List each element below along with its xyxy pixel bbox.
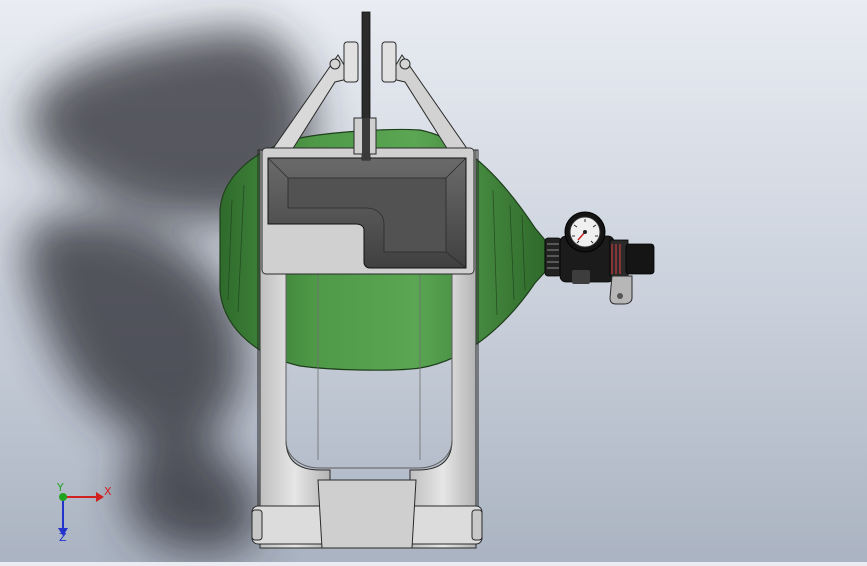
clamp-block[interactable] bbox=[261, 147, 475, 275]
model-canvas[interactable]: X Y Z bbox=[0, 0, 867, 562]
lift-rod[interactable] bbox=[353, 11, 377, 161]
graphics-viewport[interactable]: X Y Z bbox=[0, 0, 867, 562]
coordinate-triad: X Y Z bbox=[56, 481, 112, 544]
pressure-gauge[interactable] bbox=[564, 211, 606, 253]
x-axis-arrowhead bbox=[96, 492, 104, 502]
x-axis-label: X bbox=[104, 485, 112, 498]
y-axis-dot bbox=[59, 493, 67, 501]
y-axis-label: Y bbox=[56, 481, 64, 494]
z-axis-label: Z bbox=[59, 531, 67, 544]
